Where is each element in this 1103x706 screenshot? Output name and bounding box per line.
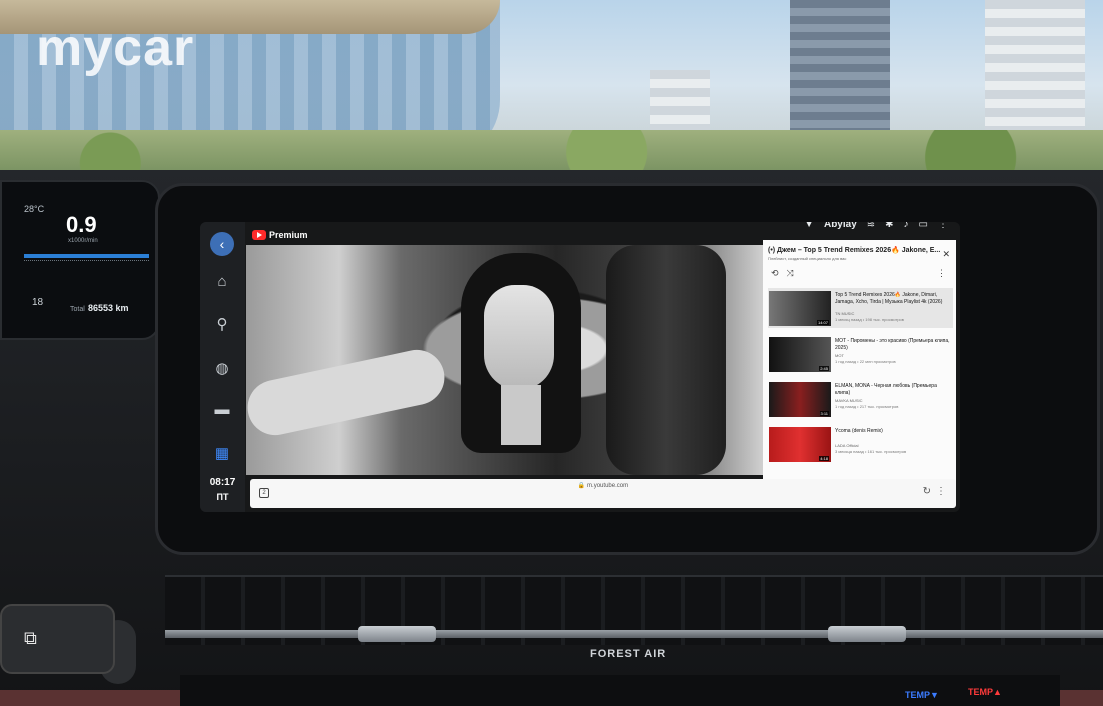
video-thumbnail: 14:07 [769,291,831,326]
video-channel: TN MUSIC [835,311,855,316]
video-duration: 4:18 [819,456,829,461]
reload-icon[interactable]: ↻ [923,486,931,497]
clock-time: 08:17 [209,477,236,488]
video-frame-arm [246,344,450,441]
video-frame-seat [606,245,726,475]
video-meta: 1 год назад • 22 млн просмотров [835,359,896,364]
tower-building [790,0,890,150]
head-unit-screen: ‹ ⌂ ⚲ ◍ ▬ ▦ 08:17 ПТ Premium ▼ Abylay ≋ … [200,222,960,512]
playlist-panel: (•) Джем – Top 5 Trend Remixes 2026🔥 Jak… [763,240,956,490]
video-meta: 1 год назад • 217 тыс. просмотров [835,404,899,409]
bluetooth-icon: ✱ [885,222,894,230]
vent-adjust-tab[interactable] [358,626,436,642]
tabs-count-button[interactable]: 2 [259,488,269,498]
microphone-icon[interactable]: ♪ [904,222,909,230]
playlist-item[interactable]: 14:07 Top 5 Trend Remixes 2026🔥 Jakone, … [768,288,953,328]
hud-button[interactable]: ⧉ [0,604,115,674]
location-pin-icon[interactable]: ⚲ [212,315,232,335]
video-thumbnail: 3:11 [769,382,831,417]
video-title: MOT - Пиромены - это красиво (Премьера к… [835,338,950,351]
screen-cast-icon[interactable]: ▭ [919,222,928,230]
video-duration: 3:11 [819,411,829,416]
more-vert-icon[interactable]: ⋮ [936,486,946,497]
odometer-label: Total [70,306,85,313]
shuffle-icon[interactable]: ⤨ [787,268,794,279]
temp-up-button[interactable]: TEMP▲ [968,687,1002,697]
youtube-logo-icon [252,230,266,240]
video-frame-face [484,285,554,390]
more-vert-icon[interactable]: ⋮ [937,268,946,279]
playlist-item[interactable]: 3:11 ELMAN, MONA - Черная любовь (Премье… [768,379,953,419]
video-thumbnail: 4:18 [769,427,831,462]
browser-url-bar[interactable]: 2 🔒 m.youtube.com ↻ ⋮ [250,479,956,508]
playlist-subtitle: Плейлист, созданный специально для вас [768,256,847,261]
tachometer-ticks [24,260,149,262]
video-duration: 2:45 [819,366,829,371]
video-channel: MAVKA MUSIC [835,398,863,403]
tachometer-unit: x1000r/min [68,238,98,244]
system-sidebar: ‹ ⌂ ⚲ ◍ ▬ ▦ 08:17 ПТ [200,222,245,512]
shield-icon: ▼ [804,222,814,230]
video-channel: LADA Official [835,443,859,448]
mycar-watermark: mycar [36,19,195,77]
video-duration: 14:07 [816,320,829,325]
instrument-cluster: 28°C 0.9 x1000r/min 18 Total 86553 km [0,180,160,340]
url-text[interactable]: 🔒 m.youtube.com [250,482,956,489]
forest-air-label: FOREST AIR [590,648,667,660]
video-title: ELMAN, MONA - Черная любовь (Премьера кл… [835,383,937,396]
video-channel: MOT [835,353,844,358]
user-name[interactable]: Abylay [824,222,857,230]
playlist-item[interactable]: 4:18 Ycoma (denis Remix) LADA Official 3… [768,424,953,464]
globe-icon[interactable]: ◍ [212,359,232,379]
app-title: Premium [269,230,308,240]
car-icon[interactable]: ▬ [212,400,232,420]
video-title: Top 5 Trend Remixes 2026🔥 Jakone, Dimari… [835,292,943,305]
video-thumbnail: 2:45 [769,337,831,372]
clock-day: ПТ [216,492,229,502]
home-icon[interactable]: ⌂ [212,272,232,292]
tachometer-bar [24,254,149,258]
tachometer-value: 0.9 [66,212,97,237]
close-icon[interactable]: ✕ [942,249,950,260]
playlist-title: (•) Джем – Top 5 Trend Remixes 2026🔥 Jak… [768,247,941,254]
playlist-controls: ⟲ ⤨ [771,268,794,279]
outside-temperature: 28°C [24,204,45,214]
video-meta: 1 месяц назад • 198 тыс. просмотров [835,317,904,322]
video-frame-neck [501,385,541,445]
video-title: Ycoma (denis Remix) [835,428,883,434]
vent-rail [165,630,1103,638]
apps-grid-icon[interactable]: ▦ [212,444,232,464]
odometer-value: 86553 km [88,303,129,313]
video-player[interactable] [246,245,763,475]
playlist-item[interactable]: 2:45 MOT - Пиромены - это красиво (Премь… [768,334,953,374]
temp-down-button[interactable]: TEMP▼ [905,690,939,700]
photo-scene: mycar 28°C 0.9 x1000r/min 18 Total 86553… [0,0,1103,706]
vent-adjust-tab[interactable] [828,626,906,642]
status-icons: ▼ Abylay ≋ ✱ ♪ ▭ ⋮ [804,222,948,230]
more-vert-icon[interactable]: ⋮ [938,222,948,230]
tower-building [985,0,1085,140]
repeat-icon[interactable]: ⟲ [771,268,779,279]
hud-icon: ⧉ [24,628,37,648]
video-meta: 3 месяца назад • 161 тыс. просмотров [835,449,907,454]
gear-indicator: 18 [32,297,44,308]
chevron-left-icon[interactable]: ‹ [210,232,234,256]
wifi-icon: ≋ [866,222,876,230]
